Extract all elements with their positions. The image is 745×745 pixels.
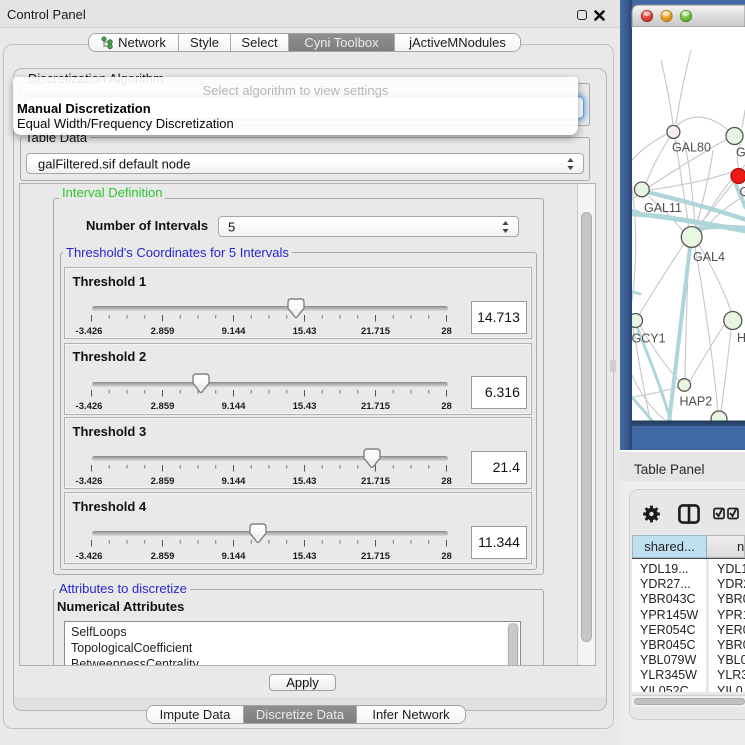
svg-text:GA: GA xyxy=(736,146,745,160)
svg-text:G: G xyxy=(740,185,745,199)
svg-text:GAL11: GAL11 xyxy=(644,201,682,215)
svg-text:GAL80: GAL80 xyxy=(672,141,711,155)
svg-text:H: H xyxy=(737,331,745,345)
svg-text:GAL4: GAL4 xyxy=(693,250,725,264)
svg-text:HAP2: HAP2 xyxy=(680,395,713,409)
svg-text:GCY1: GCY1 xyxy=(632,332,666,346)
